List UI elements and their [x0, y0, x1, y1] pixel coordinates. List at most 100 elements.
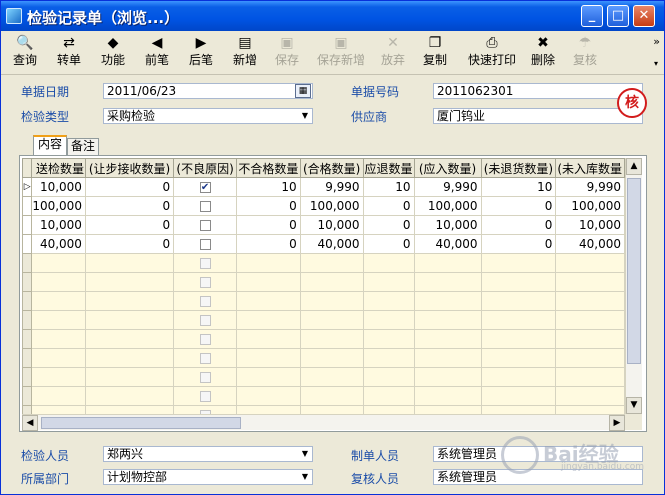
empty-table-row[interactable]: [22, 386, 625, 406]
column-header[interactable]: 送检数量: [31, 158, 86, 178]
table-cell-not-stored[interactable]: 9,990: [555, 177, 625, 197]
table-cell-empty[interactable]: [236, 348, 301, 368]
table-cell-empty[interactable]: [362, 367, 415, 387]
toolbar-button-function[interactable]: ◆ 功能: [97, 34, 129, 72]
table-cell-should-in[interactable]: 9,990: [413, 177, 482, 197]
table-cell-not-returned[interactable]: 0: [480, 234, 557, 254]
table-cell-empty[interactable]: [299, 386, 364, 406]
column-header[interactable]: (让步接收数量): [84, 158, 175, 178]
table-row[interactable]: 100,000 0 0 100,000 0 100,000 0 100,000: [22, 196, 625, 216]
empty-table-row[interactable]: [22, 348, 625, 368]
column-header[interactable]: 应退数量: [362, 158, 415, 178]
doc-date-field[interactable]: 2011/06/23 ▦: [103, 83, 313, 99]
table-cell-empty[interactable]: [413, 405, 482, 414]
table-cell-empty[interactable]: [480, 348, 557, 368]
table-cell-concession[interactable]: 0: [84, 177, 175, 197]
table-cell-should-return[interactable]: 0: [362, 196, 415, 216]
empty-table-row[interactable]: [22, 310, 625, 330]
bad-reason-checkbox-cell[interactable]: [173, 386, 238, 406]
table-cell-empty[interactable]: [31, 329, 86, 349]
table-cell-empty[interactable]: [413, 386, 482, 406]
table-cell-concession[interactable]: 0: [84, 215, 175, 235]
bad-reason-checkbox-cell[interactable]: [173, 329, 238, 349]
table-cell-empty[interactable]: [236, 329, 301, 349]
maximize-button[interactable]: □: [607, 5, 629, 27]
bad-reason-checkbox-cell[interactable]: [173, 405, 238, 414]
scroll-up-icon[interactable]: ▲: [626, 158, 642, 175]
table-cell-not-stored[interactable]: 40,000: [555, 234, 625, 254]
checkbox-icon[interactable]: [199, 315, 211, 326]
table-cell-empty[interactable]: [480, 367, 557, 387]
table-cell-empty[interactable]: [84, 291, 175, 311]
checkbox-icon[interactable]: [199, 201, 211, 212]
table-cell-qualified[interactable]: 9,990: [299, 177, 364, 197]
toolbar-button-prev-record[interactable]: ◀ 前笔: [141, 34, 173, 72]
checkbox-icon[interactable]: [199, 258, 211, 269]
table-cell-empty[interactable]: [480, 272, 557, 292]
toolbar-button-new[interactable]: ▤ 新增: [227, 34, 263, 72]
table-cell-empty[interactable]: [555, 405, 625, 414]
dropdown-arrow-icon[interactable]: ▼: [298, 447, 312, 461]
table-cell-empty[interactable]: [84, 253, 175, 273]
table-cell-empty[interactable]: [84, 386, 175, 406]
table-cell-empty[interactable]: [555, 291, 625, 311]
table-cell-qty[interactable]: 10,000: [31, 177, 86, 197]
table-cell-empty[interactable]: [555, 348, 625, 368]
toolbar-button-review[interactable]: ☂ 复核: [569, 34, 601, 72]
table-row[interactable]: 10,000 0 0 10,000 0 10,000 0 10,000: [22, 215, 625, 235]
table-cell-empty[interactable]: [555, 367, 625, 387]
table-cell-empty[interactable]: [299, 272, 364, 292]
table-cell-qualified[interactable]: 40,000: [299, 234, 364, 254]
table-cell-not-returned[interactable]: 0: [480, 215, 557, 235]
table-cell-empty[interactable]: [299, 253, 364, 273]
empty-table-row[interactable]: [22, 253, 625, 273]
table-cell-empty[interactable]: [299, 367, 364, 387]
table-cell-empty[interactable]: [413, 272, 482, 292]
data-grid[interactable]: 送检数量 (让步接收数量) (不良原因) 不合格数量 (合格数量) 应退数量 (应入数量)(…: [22, 158, 625, 414]
checkbox-icon[interactable]: [199, 372, 211, 383]
bad-reason-checkbox-cell[interactable]: [173, 310, 238, 330]
toolbar-button-next-record[interactable]: ▶ 后笔: [185, 34, 217, 72]
empty-table-row[interactable]: [22, 405, 625, 414]
table-cell-unqualified[interactable]: 0: [236, 196, 301, 216]
inspector-select[interactable]: 郑两兴 ▼: [103, 446, 313, 462]
table-cell-qty[interactable]: 10,000: [31, 215, 86, 235]
column-header[interactable]: (应入数量): [413, 158, 482, 178]
table-cell-empty[interactable]: [236, 367, 301, 387]
minimize-button[interactable]: _: [581, 5, 603, 27]
table-cell-empty[interactable]: [31, 291, 86, 311]
doc-no-field[interactable]: 2011062301: [433, 83, 643, 99]
dropdown-arrow-icon[interactable]: ▼: [298, 109, 312, 123]
inspect-type-select[interactable]: 采购检验 ▼: [103, 108, 313, 124]
table-cell-empty[interactable]: [31, 348, 86, 368]
table-cell-empty[interactable]: [413, 310, 482, 330]
bad-reason-checkbox-cell[interactable]: [173, 367, 238, 387]
table-cell-not-returned[interactable]: 0: [480, 196, 557, 216]
table-cell-empty[interactable]: [413, 367, 482, 387]
table-cell-empty[interactable]: [236, 310, 301, 330]
toolbar-menu-arrow-icon[interactable]: ▾: [654, 59, 658, 68]
checkbox-icon[interactable]: [199, 220, 211, 231]
table-cell-empty[interactable]: [299, 310, 364, 330]
title-bar[interactable]: 检验记录单（浏览...） _ □ ✕: [1, 1, 664, 31]
table-cell-should-return[interactable]: 0: [362, 215, 415, 235]
table-cell-empty[interactable]: [236, 405, 301, 414]
close-button[interactable]: ✕: [633, 5, 655, 27]
table-cell-not-stored[interactable]: 100,000: [555, 196, 625, 216]
toolbar-button-delete[interactable]: ✖ 删除: [527, 34, 559, 72]
table-cell-empty[interactable]: [555, 329, 625, 349]
calendar-icon[interactable]: ▦: [295, 84, 311, 98]
dept-select[interactable]: 计划物控部 ▼: [103, 469, 313, 485]
scroll-left-icon[interactable]: ◀: [22, 415, 38, 431]
table-cell-qualified[interactable]: 100,000: [299, 196, 364, 216]
bad-reason-checkbox-cell[interactable]: [173, 196, 238, 216]
column-header[interactable]: (未入库数量: [555, 158, 625, 178]
horizontal-scroll-thumb[interactable]: [41, 417, 241, 429]
table-cell-unqualified[interactable]: 10: [236, 177, 301, 197]
checkbox-icon[interactable]: [199, 239, 211, 250]
bad-reason-checkbox-cell[interactable]: [173, 291, 238, 311]
table-cell-empty[interactable]: [555, 253, 625, 273]
checkbox-icon[interactable]: [199, 296, 211, 307]
supplier-field[interactable]: 厦门钨业: [433, 108, 643, 124]
scroll-down-icon[interactable]: ▼: [626, 397, 642, 414]
